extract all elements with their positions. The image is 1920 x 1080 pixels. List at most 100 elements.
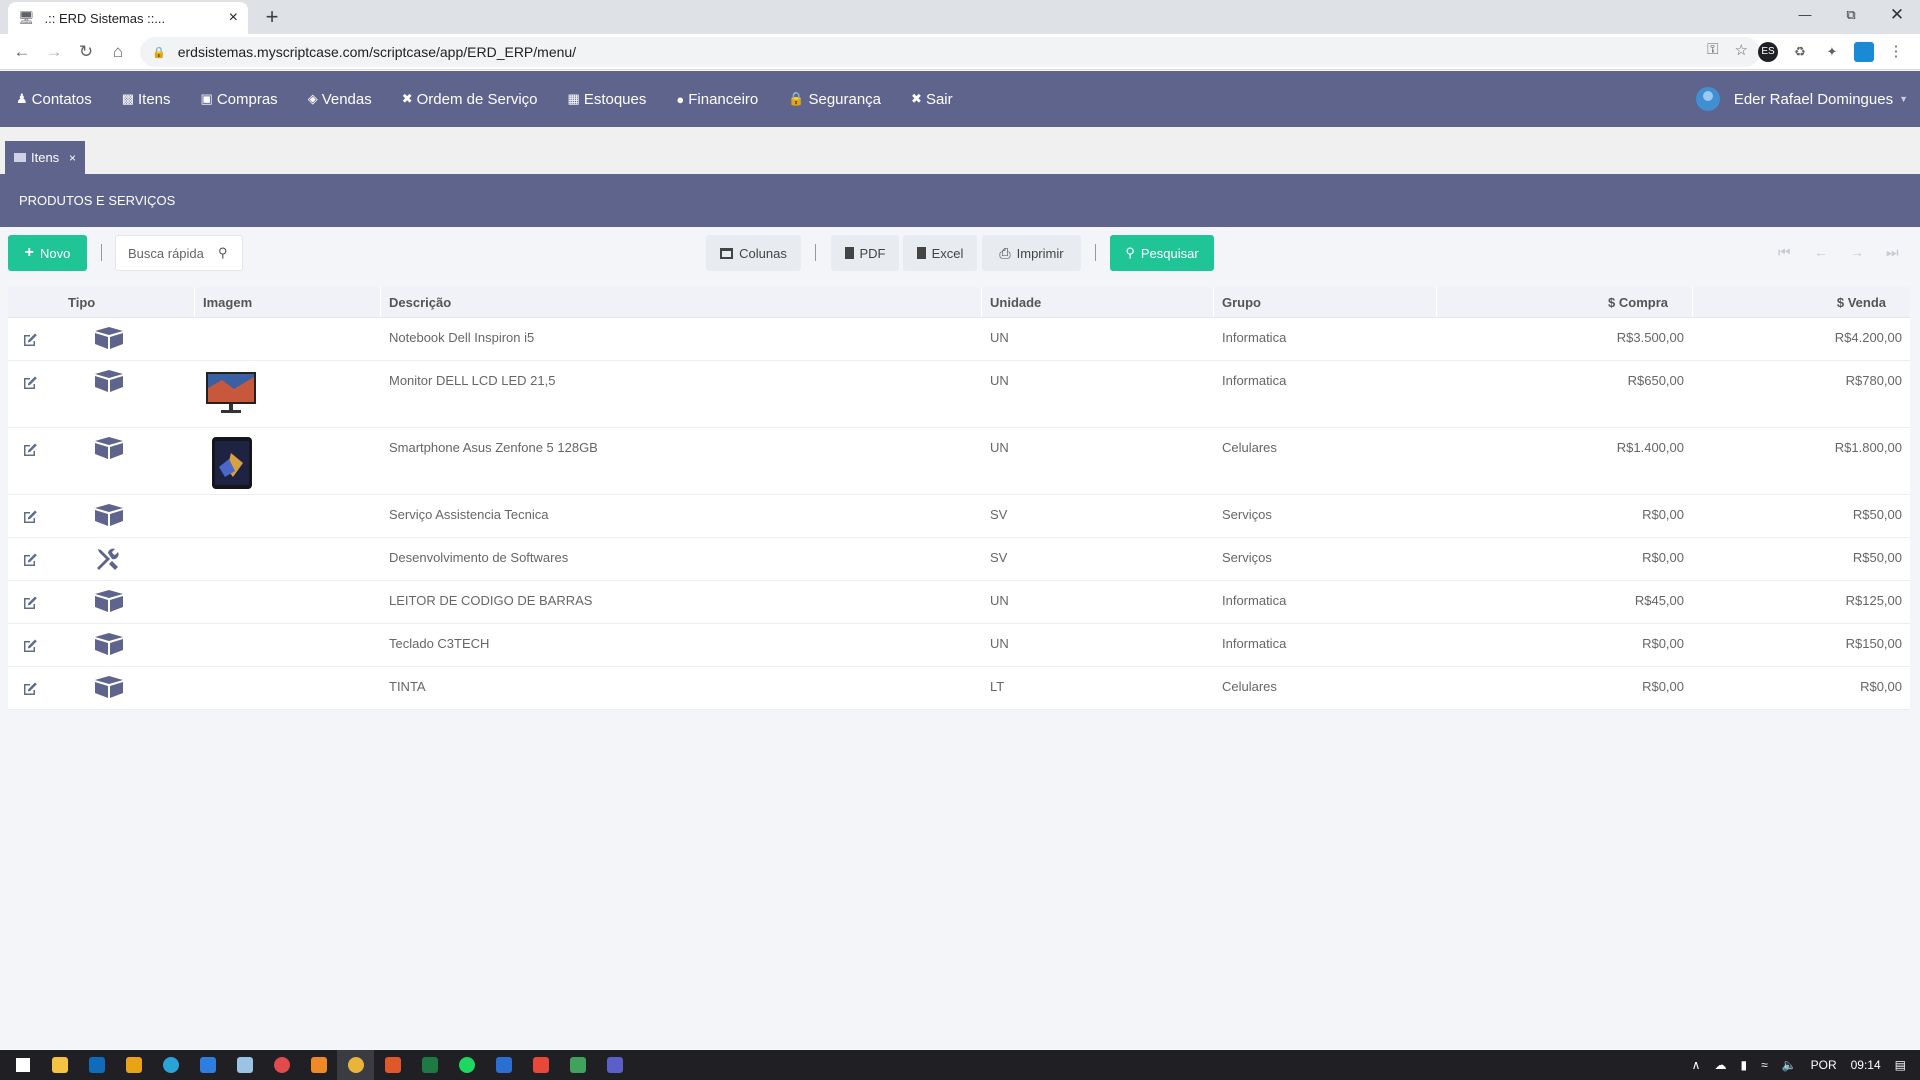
edit-icon[interactable] <box>22 638 52 657</box>
excel-button[interactable]: Excel <box>903 235 977 271</box>
new-tab-button[interactable]: + <box>258 4 286 32</box>
novo-button[interactable]: + Novo <box>8 235 87 271</box>
box-icon <box>94 633 194 658</box>
edit-icon[interactable] <box>22 375 52 394</box>
header-grupo[interactable]: Grupo <box>1213 287 1436 317</box>
user-menu[interactable]: Eder Rafael Domingues ▼ <box>1695 71 1908 127</box>
box-icon: ▩ <box>121 91 134 106</box>
table-row: Teclado C3TECH UN Informatica R$0,00 R$150,0… <box>8 624 1910 667</box>
menu-item-itens[interactable]: ▩ Itens <box>122 91 171 108</box>
windows-start-icon[interactable] <box>4 1050 41 1080</box>
wifi-icon[interactable]: ≈ <box>1761 1058 1768 1072</box>
clock[interactable]: 09:14 <box>1851 1058 1881 1072</box>
edit-icon[interactable] <box>22 332 52 351</box>
language-indicator[interactable]: POR <box>1811 1058 1837 1072</box>
close-tab-icon[interactable]: × <box>229 9 238 27</box>
extensions-puzzle-icon[interactable]: ✦ <box>1822 42 1842 62</box>
menu-item-compras[interactable]: ▣ Compras <box>201 91 278 108</box>
folder-icon[interactable] <box>115 1050 152 1080</box>
prev-page-icon[interactable]: ← <box>1814 244 1828 260</box>
menu-item-vendas[interactable]: ◈ Vendas <box>308 91 372 108</box>
file-explorer-icon[interactable] <box>41 1050 78 1080</box>
colunas-button[interactable]: Colunas <box>706 235 801 271</box>
teams-icon[interactable] <box>596 1050 633 1080</box>
tab-itens-label: Itens <box>31 150 60 165</box>
scriptcase-icon[interactable] <box>374 1050 411 1080</box>
edit-icon[interactable] <box>22 595 52 614</box>
last-page-icon[interactable]: ⏭ <box>1886 244 1899 261</box>
edit-icon[interactable] <box>22 509 52 528</box>
battery-icon[interactable]: ▮ <box>1740 1058 1747 1072</box>
menu-item-sair[interactable]: ✖ Sair <box>911 91 953 108</box>
chrome-icon[interactable] <box>337 1050 374 1080</box>
warehouse-icon: ▦ <box>567 91 580 106</box>
menu-item-ordem-servico[interactable]: ✖ Ordem de Serviço <box>402 91 538 108</box>
header-tipo[interactable]: Tipo <box>52 287 194 317</box>
product-thumbnail-monitor[interactable] <box>205 370 380 419</box>
close-tab-button[interactable]: × <box>69 151 76 165</box>
back-arrow-icon[interactable]: ← <box>8 38 36 66</box>
menu-item-contatos[interactable]: ♟ Contatos <box>16 91 92 108</box>
cell-unidade: UN <box>981 361 1213 427</box>
edit-icon[interactable] <box>22 442 52 461</box>
edge-icon[interactable] <box>152 1050 189 1080</box>
search-icon[interactable]: ⚲ <box>218 245 228 261</box>
product-thumbnail-smartphone[interactable] <box>209 437 380 492</box>
extension-blue-icon[interactable] <box>1854 42 1874 62</box>
key-icon[interactable]: ⚿ <box>1707 41 1718 59</box>
next-page-icon[interactable]: → <box>1850 244 1864 260</box>
notepad-icon[interactable] <box>226 1050 263 1080</box>
cell-compra: R$0,00 <box>1436 667 1692 709</box>
paint-icon[interactable] <box>263 1050 300 1080</box>
notification-icon[interactable]: ▤ <box>1895 1058 1906 1072</box>
minimize-icon[interactable]: — <box>1782 0 1828 30</box>
search-input[interactable] <box>128 245 214 261</box>
reload-icon[interactable]: ↻ <box>72 38 100 66</box>
table-row: Serviço Assistencia Tecnica SV Serviços R$0… <box>8 495 1910 538</box>
user-icon: ♟ <box>16 91 28 106</box>
pesquisar-button[interactable]: ⚲ Pesquisar <box>1110 235 1214 271</box>
tags-icon: ◈ <box>307 91 318 106</box>
imprimir-button[interactable]: ⎙ Imprimir <box>982 235 1081 271</box>
close-circle-icon: ✖ <box>911 91 922 106</box>
brave-icon[interactable] <box>522 1050 559 1080</box>
header-compra[interactable]: $ Compra <box>1436 287 1692 317</box>
header-venda[interactable]: $ Venda <box>1692 287 1910 317</box>
extension-recycle-icon[interactable]: ♻ <box>1790 42 1810 62</box>
cell-descricao: Serviço Assistencia Tecnica <box>380 495 981 537</box>
close-window-icon[interactable]: ✕ <box>1874 0 1920 30</box>
menu-item-seguranca[interactable]: 🔒 Segurança <box>788 91 881 108</box>
address-bar[interactable]: 🔒 erdsistemas.myscriptcase.com/scriptcas… <box>140 37 1760 67</box>
word-icon[interactable] <box>485 1050 522 1080</box>
mail-icon[interactable] <box>189 1050 226 1080</box>
header-descricao[interactable]: Descrição <box>380 287 981 317</box>
pdf-button[interactable]: PDF <box>831 235 899 271</box>
header-unidade[interactable]: Unidade <box>981 287 1213 317</box>
home-icon[interactable]: ⌂ <box>104 38 132 66</box>
spotify-icon[interactable] <box>448 1050 485 1080</box>
browser-tab[interactable]: 🖥 .:: ERD Sistemas ::... × <box>8 2 248 34</box>
spreadsheet-icon[interactable] <box>559 1050 596 1080</box>
tab-itens[interactable]: Itens × <box>5 141 85 174</box>
url-text: erdsistemas.myscriptcase.com/scriptcase/… <box>177 44 577 60</box>
forward-arrow-icon[interactable]: → <box>40 38 68 66</box>
extension-es-icon[interactable]: ES <box>1758 42 1778 62</box>
outlook-icon[interactable] <box>78 1050 115 1080</box>
edit-icon[interactable] <box>22 552 52 571</box>
header-imagem[interactable]: Imagem <box>194 287 380 317</box>
excel-icon[interactable] <box>411 1050 448 1080</box>
volume-icon[interactable]: 🔈 <box>1782 1058 1797 1072</box>
header-actions <box>8 287 52 317</box>
box-icon <box>94 676 194 701</box>
edit-icon[interactable] <box>22 681 52 700</box>
browser-menu-icon[interactable]: ⋮ <box>1886 42 1906 62</box>
chevron-up-icon[interactable]: ∧ <box>1692 1058 1701 1072</box>
star-icon[interactable]: ☆ <box>1735 41 1748 59</box>
menu-item-estoques[interactable]: ▦ Estoques <box>568 91 647 108</box>
sublime-icon[interactable] <box>300 1050 337 1080</box>
cell-compra: R$45,00 <box>1436 581 1692 623</box>
restore-icon[interactable]: ⧉ <box>1828 0 1874 30</box>
first-page-icon[interactable]: ⏮ <box>1778 244 1791 261</box>
menu-item-financeiro[interactable]: ● Financeiro <box>676 91 758 108</box>
cloud-icon[interactable]: ☁ <box>1714 1058 1726 1072</box>
